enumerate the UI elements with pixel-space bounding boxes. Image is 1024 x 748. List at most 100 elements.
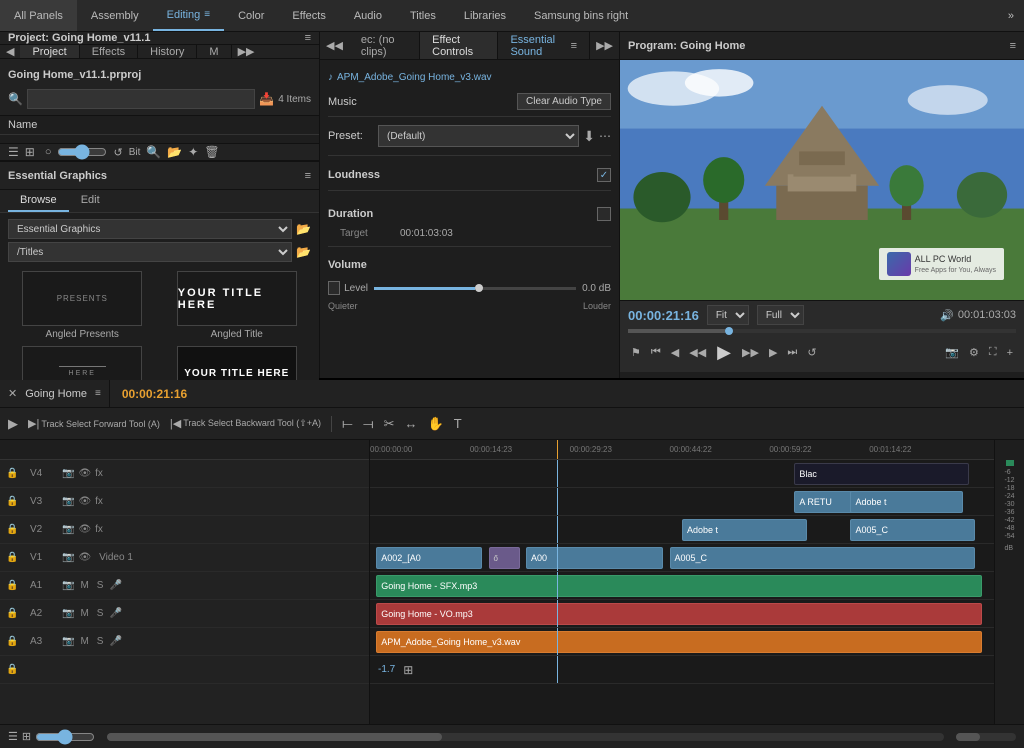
preset-menu-icon[interactable]: ⋯ <box>599 129 611 143</box>
track-row-a1[interactable]: Going Home - SFX.mp3 <box>370 572 994 600</box>
mic-a2[interactable]: 🎤 <box>109 608 121 619</box>
lock-icon-a2[interactable]: 🔒 <box>6 608 26 619</box>
nav-audio[interactable]: Audio <box>340 0 396 31</box>
close-timeline-icon[interactable]: ✕ <box>8 387 17 400</box>
next-frame-icon[interactable]: ▶ <box>766 344 780 361</box>
nav-assembly[interactable]: Assembly <box>77 0 153 31</box>
ripple-edit-tool[interactable]: ⟝ <box>338 414 357 434</box>
eg-source-select[interactable]: Essential Graphics <box>8 219 292 239</box>
horizontal-scrollbar[interactable] <box>107 733 944 741</box>
track-row-v3[interactable]: A RETU Adobe t <box>370 488 994 516</box>
lock-icon-a3[interactable]: 🔒 <box>6 636 26 647</box>
timeline-zoom-slider[interactable] <box>35 729 95 745</box>
solo-a3[interactable]: S <box>95 636 106 647</box>
search-bottom-icon[interactable]: 🔍 <box>146 145 161 159</box>
step-forward-icon[interactable]: ▶▶ <box>739 344 762 361</box>
eg-browse-icon[interactable]: 📂 <box>296 245 311 259</box>
nav-more[interactable]: » <box>998 10 1024 22</box>
eye-icon-v3[interactable]: 👁 <box>78 496 91 507</box>
tab-project[interactable]: Project <box>20 45 79 58</box>
camera-icon-v1[interactable]: 📷 <box>62 552 74 563</box>
eye-icon-v4[interactable]: 👁 <box>78 468 91 479</box>
new-item-icon[interactable]: ✦ <box>188 145 198 159</box>
track-row-a2[interactable]: Going Home - VO.mp3 <box>370 600 994 628</box>
new-folder-icon[interactable]: 📂 <box>167 145 182 159</box>
mute-a1[interactable]: M <box>78 580 90 591</box>
audio-icon-a1[interactable]: 📷 <box>62 580 74 591</box>
add-button-icon[interactable]: + <box>1004 345 1016 361</box>
track-row-a3[interactable]: APM_Adobe_Going Home_v3.wav <box>370 628 994 656</box>
timeline-tab-label[interactable]: Going Home <box>25 388 87 400</box>
clip-v1-3[interactable]: A00 <box>526 547 663 569</box>
tab-essential-sound[interactable]: Essential Sound ≡ <box>498 32 590 59</box>
lock-icon-a1[interactable]: 🔒 <box>6 580 26 591</box>
fullscreen-icon[interactable]: ⛶ <box>986 344 1000 361</box>
program-monitor-menu[interactable]: ≡ <box>1010 40 1016 52</box>
eg-item-angled-presents[interactable]: PRESENTS Angled Presents <box>8 271 157 340</box>
nav-titles[interactable]: Titles <box>396 0 450 31</box>
eg-item-angled-title[interactable]: YOUR TITLE HERE Angled Title <box>163 271 312 340</box>
prev-frame-icon[interactable]: ◀ <box>668 344 682 361</box>
audio-icon-a3[interactable]: 📷 <box>62 636 74 647</box>
project-import-icon[interactable]: 📥 <box>259 92 274 106</box>
playback-progress-bar[interactable] <box>628 329 1016 333</box>
playhead[interactable] <box>725 327 733 335</box>
clip-v1-4[interactable]: A005_C <box>670 547 976 569</box>
hand-tool[interactable]: ✋ <box>424 414 448 434</box>
clip-v2-2[interactable]: A005_C <box>850 519 975 541</box>
track-row-a4[interactable]: -1.7 ⊞ <box>370 656 994 684</box>
step-backward-icon[interactable]: ◀◀ <box>686 344 709 361</box>
mic-a1[interactable]: 🎤 <box>109 580 121 591</box>
timeline-timecode[interactable]: 00:00:21:16 <box>110 387 199 401</box>
mic-a3[interactable]: 🎤 <box>109 636 121 647</box>
camera-icon-v2[interactable]: 📷 <box>62 524 74 535</box>
fx-icon-v2[interactable]: fx <box>95 524 103 535</box>
center-tab-more[interactable]: ▶▶ <box>590 39 619 52</box>
zoom-slider[interactable] <box>57 144 107 160</box>
lock-icon-v2[interactable]: 🔒 <box>6 524 26 535</box>
track-row-v1[interactable]: A002_[A0 ő A00 A005_C <box>370 544 994 572</box>
current-timecode[interactable]: 00:00:21:16 <box>628 308 699 323</box>
preset-select[interactable]: (Default) <box>378 125 579 147</box>
tab-effect-controls[interactable]: Effect Controls <box>420 32 498 59</box>
lock-icon-v4[interactable]: 🔒 <box>6 468 26 479</box>
clear-audio-type-button[interactable]: Clear Audio Type <box>517 93 611 110</box>
razor-tool[interactable]: ✂ <box>380 414 399 434</box>
solo-a1[interactable]: S <box>95 580 106 591</box>
loudness-checkbox[interactable] <box>597 168 611 182</box>
mute-a3[interactable]: M <box>78 636 90 647</box>
quality-select[interactable]: Full <box>757 305 804 325</box>
add-marker-icon[interactable]: ⚑ <box>628 344 644 361</box>
nav-samsung[interactable]: Samsung bins right <box>520 0 642 31</box>
project-search-input[interactable] <box>27 89 255 109</box>
delete-icon[interactable]: 🗑 <box>204 145 219 159</box>
eg-tab-browse[interactable]: Browse <box>8 190 69 212</box>
clip-v1-2[interactable]: ő <box>489 547 520 569</box>
tl-list-icon[interactable]: ☰ <box>8 730 18 743</box>
right-scrollbar[interactable] <box>956 733 1016 741</box>
audio-icon-a2[interactable]: 📷 <box>62 608 74 619</box>
fx-icon-v4[interactable]: fx <box>95 468 103 479</box>
nav-color[interactable]: Color <box>224 0 278 31</box>
solo-a2[interactable]: S <box>95 608 106 619</box>
freeform-icon[interactable]: ○ <box>45 146 52 158</box>
loop-icon-a4[interactable]: ⊞ <box>403 663 413 677</box>
level-slider[interactable] <box>374 287 576 290</box>
clip-a2[interactable]: Going Home - VO.mp3 <box>376 603 981 625</box>
type-tool[interactable]: T <box>450 414 466 433</box>
mute-a2[interactable]: M <box>78 608 90 619</box>
eg-menu-icon[interactable]: ≡ <box>305 170 311 182</box>
roll-edit-tool[interactable]: ⟞ <box>359 414 378 434</box>
grid-view-icon[interactable]: ⊞ <box>25 145 35 159</box>
project-menu-icon[interactable]: ≡ <box>305 32 311 44</box>
fit-select[interactable]: Fit <box>707 305 749 325</box>
tab-no-clips[interactable]: ec: (no clips) <box>349 32 420 59</box>
monitor-settings-icon[interactable]: ⚙ <box>966 344 982 361</box>
nav-libraries[interactable]: Libraries <box>450 0 520 31</box>
track-select-fwd-tool[interactable]: ▶| Track Select Forward Tool (A) <box>24 415 164 432</box>
camera-icon-v4[interactable]: 📷 <box>62 468 74 479</box>
slip-tool[interactable]: ↔ <box>401 414 422 433</box>
nav-editing[interactable]: Editing <box>153 0 224 31</box>
tl-grid-icon[interactable]: ⊞ <box>22 730 31 743</box>
eg-tab-edit[interactable]: Edit <box>69 190 112 212</box>
